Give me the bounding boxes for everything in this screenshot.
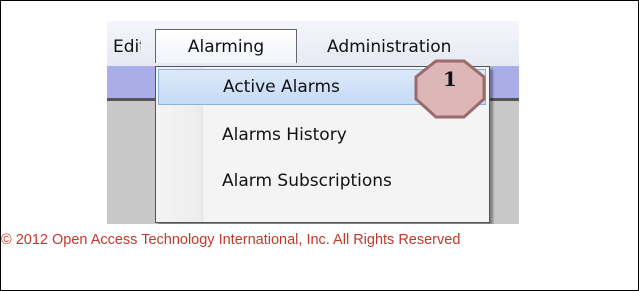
- menu-administration[interactable]: Administration: [327, 36, 451, 58]
- menu-item-alarm-subscriptions[interactable]: Alarm Subscriptions: [158, 163, 486, 199]
- callout-number: 1: [443, 67, 457, 91]
- screenshot-frame: Edit Alarming Administration Active Alar…: [0, 0, 639, 291]
- copyright-text: © 2012 Open Access Technology Internatio…: [1, 232, 461, 248]
- menu-alarming[interactable]: Alarming: [155, 29, 297, 63]
- step-callout-badge: 1: [414, 59, 486, 123]
- menu-edit[interactable]: Edit: [113, 36, 141, 58]
